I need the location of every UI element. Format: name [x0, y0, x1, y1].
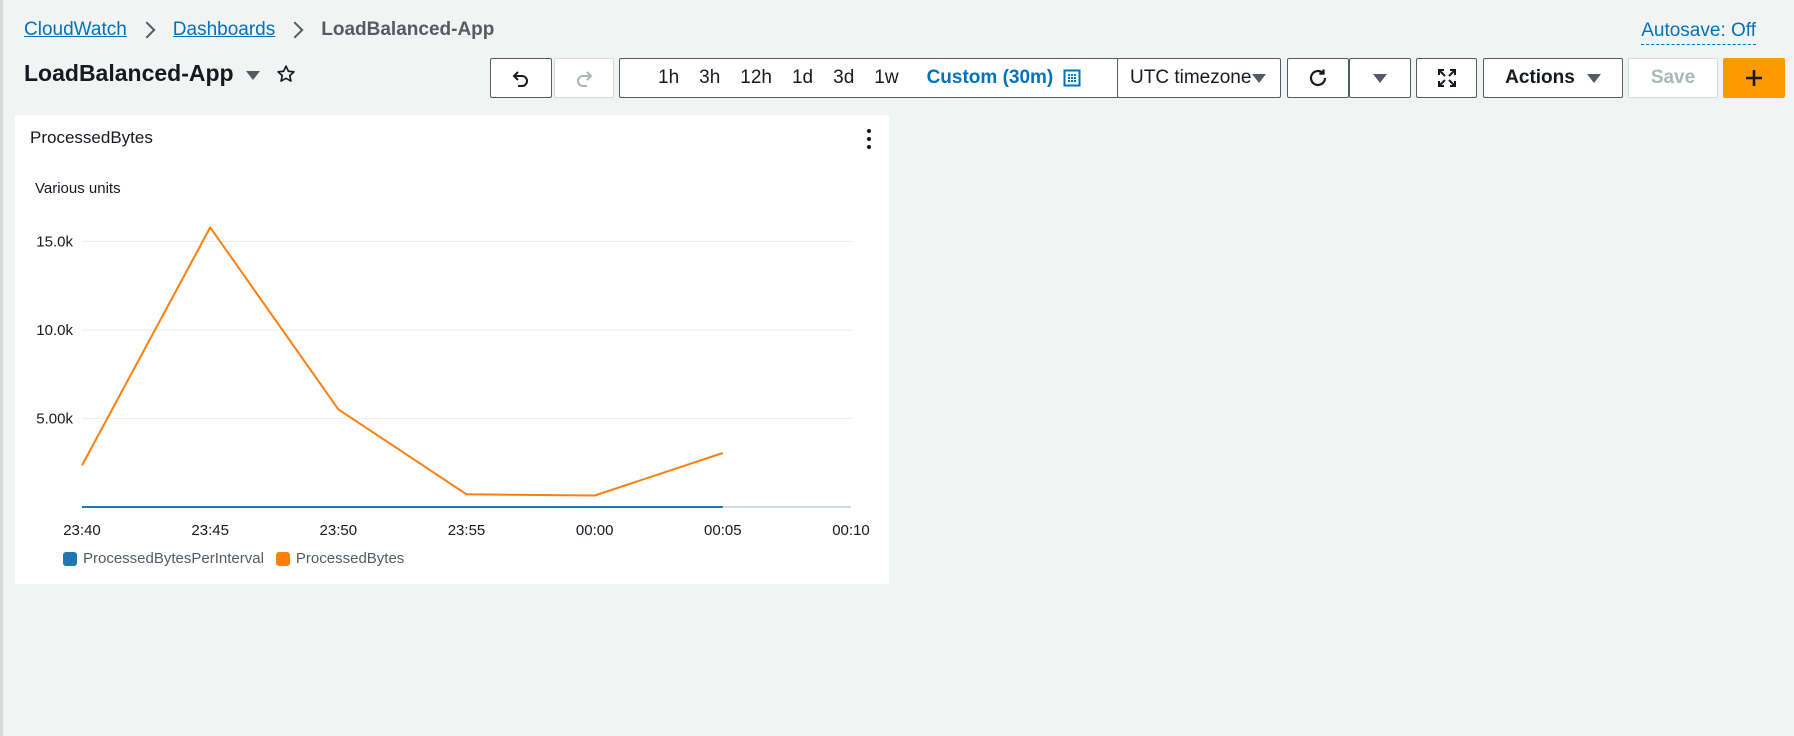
time-option-3d[interactable]: 3d — [823, 67, 864, 89]
x-tick-label: 00:10 — [832, 522, 870, 535]
time-option-1d[interactable]: 1d — [782, 67, 823, 89]
autosave-toggle[interactable]: Autosave: Off — [1641, 20, 1756, 45]
y-tick-label: 15.0k — [36, 234, 73, 251]
breadcrumb-cloudwatch-link[interactable]: CloudWatch — [24, 19, 127, 41]
series-line-processedbytes — [81, 226, 724, 497]
legend-item-processed-bytes-per-interval[interactable]: ProcessedBytesPerInterval — [63, 550, 264, 567]
chevron-right-icon — [138, 21, 156, 39]
time-range-selector: 1h 3h 12h 1d 3d 1w Custom (30m) — [619, 58, 1119, 98]
time-option-custom[interactable]: Custom (30m) — [909, 67, 1060, 89]
chevron-down-icon — [1373, 73, 1387, 83]
legend-label: ProcessedBytes — [295, 550, 405, 567]
undo-button[interactable] — [490, 58, 552, 98]
dashboard-page: CloudWatch Dashboards LoadBalanced-App A… — [0, 0, 1794, 736]
fullscreen-icon — [1437, 69, 1456, 87]
time-option-1w[interactable]: 1w — [864, 67, 908, 89]
legend-swatch — [63, 551, 77, 566]
x-tick-label: 00:05 — [704, 522, 742, 535]
plus-icon — [1746, 70, 1762, 86]
refresh-icon — [1309, 69, 1327, 87]
time-option-3h[interactable]: 3h — [689, 67, 730, 89]
page-title: LoadBalanced-App — [24, 60, 234, 86]
redo-icon — [577, 71, 593, 87]
undo-icon — [512, 71, 528, 87]
calendar-icon[interactable] — [1063, 69, 1081, 87]
actions-label: Actions — [1505, 67, 1575, 88]
x-tick-label: 23:50 — [320, 522, 358, 535]
add-widget-button[interactable] — [1723, 58, 1785, 98]
chevron-down-icon — [1586, 73, 1601, 83]
breadcrumb-dashboards-link[interactable]: Dashboards — [173, 19, 275, 41]
fullscreen-button[interactable] — [1416, 58, 1477, 98]
refresh-button[interactable] — [1287, 58, 1349, 98]
x-tick-label: 23:45 — [191, 522, 229, 535]
y-tick-label: 5.00k — [36, 411, 73, 428]
timezone-value: UTC timezone — [1130, 67, 1252, 88]
chevron-down-icon — [1252, 73, 1266, 83]
title-row: LoadBalanced-App — [24, 60, 296, 87]
dashboard-switcher-caret-icon[interactable] — [245, 71, 260, 80]
x-tick-label: 23:55 — [448, 522, 486, 535]
time-option-1h[interactable]: 1h — [648, 67, 689, 89]
y-tick-label: 10.0k — [36, 322, 73, 339]
actions-dropdown[interactable]: Actions — [1483, 58, 1623, 98]
chart-legend: ProcessedBytesPerInterval ProcessedBytes — [63, 550, 416, 567]
redo-button[interactable] — [554, 58, 614, 98]
legend-item-processed-bytes[interactable]: ProcessedBytes — [275, 550, 405, 567]
chevron-right-icon — [286, 21, 304, 39]
breadcrumb-current: LoadBalanced-App — [321, 19, 495, 40]
refresh-options-dropdown[interactable] — [1349, 58, 1411, 98]
x-tick-label: 23:40 — [63, 522, 101, 535]
legend-label: ProcessedBytesPerInterval — [83, 550, 264, 567]
line-chart[interactable]: 5.00k 10.0k 15.0k 23:40 23:45 23:50 23:55 00:00… — [15, 115, 889, 535]
legend-swatch — [275, 551, 290, 566]
breadcrumb: CloudWatch Dashboards LoadBalanced-App — [24, 19, 494, 41]
x-tick-label: 00:00 — [576, 522, 614, 535]
timezone-select[interactable]: UTC timezone — [1117, 58, 1281, 98]
favorite-star-icon[interactable] — [276, 64, 296, 84]
save-button[interactable]: Save — [1628, 58, 1718, 98]
time-option-12h[interactable]: 12h — [730, 67, 782, 89]
metric-widget[interactable]: ProcessedBytes Various units 5.00k 10.0k 1… — [15, 115, 889, 584]
